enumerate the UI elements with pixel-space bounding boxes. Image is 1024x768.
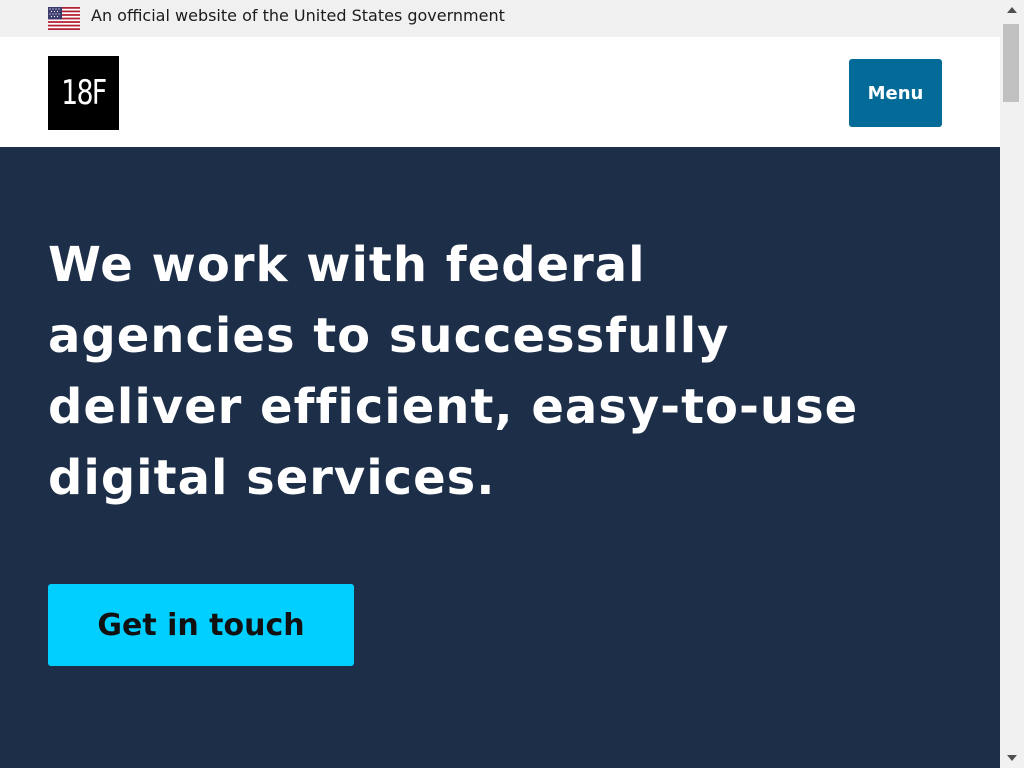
page-viewport: An official website of the United States… bbox=[0, 0, 1000, 768]
logo-text: 18F bbox=[61, 73, 107, 113]
menu-button[interactable]: Menu bbox=[849, 59, 942, 127]
scroll-down-arrow-icon[interactable] bbox=[1000, 748, 1024, 768]
hero-section: We work with federal agencies to success… bbox=[0, 147, 1000, 768]
site-header: 18F Menu bbox=[0, 37, 1000, 147]
scrollbar-thumb[interactable] bbox=[1003, 24, 1019, 102]
us-flag-icon bbox=[48, 7, 80, 30]
site-logo[interactable]: 18F bbox=[48, 56, 119, 130]
gov-banner-text: An official website of the United States… bbox=[91, 6, 505, 25]
gov-banner: An official website of the United States… bbox=[0, 0, 1000, 37]
hero-heading: We work with federal agencies to success… bbox=[48, 237, 859, 506]
vertical-scrollbar[interactable] bbox=[1000, 0, 1024, 768]
scroll-up-arrow-icon[interactable] bbox=[1000, 0, 1024, 20]
get-in-touch-button[interactable]: Get in touch bbox=[48, 584, 354, 666]
